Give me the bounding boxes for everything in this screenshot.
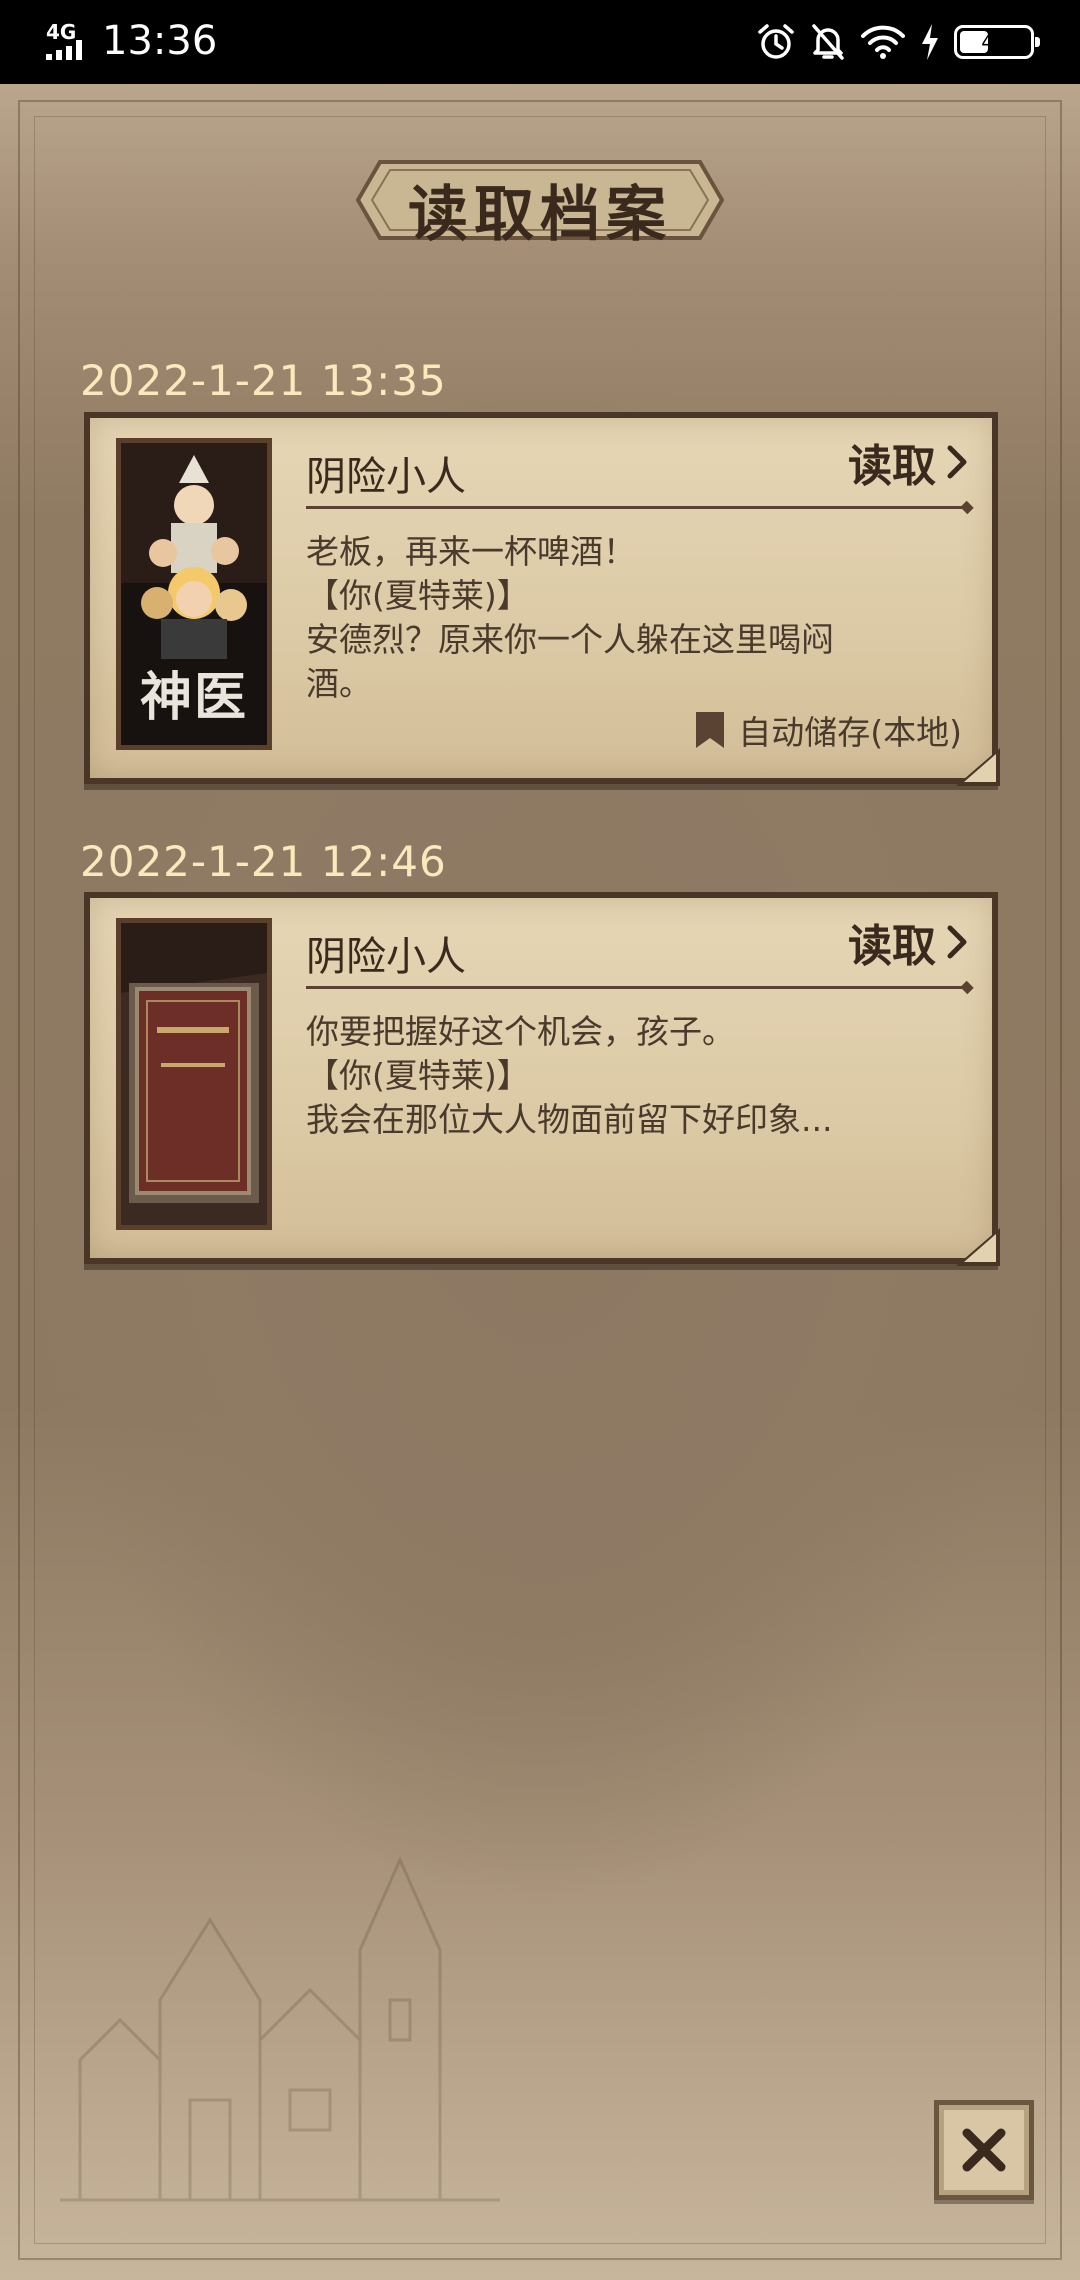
dialogue-line: 老板，再来一杯啤酒！ [306, 532, 636, 571]
dialogue-preview: 老板，再来一杯啤酒！ 【你(夏特莱)】 安德烈？原来你一个人躲在这里喝闷 酒。 [306, 530, 876, 706]
read-button-label: 读取 [848, 441, 936, 492]
autosave-indicator: 自动储存(本地) [696, 706, 962, 754]
save-title: 阴险小人 [306, 454, 466, 500]
dialogue-preview: 你要把握好这个机会，孩子。 【你(夏特莱)】 我会在那位大人物面前留下好印象..… [306, 1010, 876, 1142]
close-icon [962, 2128, 1006, 2172]
page-curl-decoration [956, 1228, 1000, 1266]
autosave-label: 自动储存(本地) [738, 713, 962, 752]
battery-level: 46 [981, 30, 1007, 54]
save-date: 2022-1-21 13:35 [80, 356, 447, 405]
clock: 13:36 [102, 18, 218, 64]
page-header: 读取档案 [350, 152, 730, 250]
battery-icon: 46 [954, 25, 1040, 59]
page-title: 读取档案 [408, 180, 672, 250]
chevron-right-icon [947, 925, 967, 959]
read-button[interactable]: 读取 [848, 912, 968, 972]
dialogue-speaker: 【你(夏特莱)】 [306, 1056, 530, 1095]
page-curl-decoration [956, 748, 1000, 786]
mute-notification-icon [812, 24, 844, 60]
save-title: 阴险小人 [306, 934, 466, 980]
dialogue-line: 你要把握好这个机会，孩子。 [306, 1012, 735, 1051]
read-button[interactable]: 读取 [848, 432, 968, 492]
title-divider [306, 986, 968, 989]
save-thumbnail: 神医 [116, 438, 272, 750]
thumbnail-caption: 神医 [139, 667, 248, 728]
title-divider [306, 506, 968, 509]
bookmark-icon [696, 712, 725, 748]
save-slot-card[interactable]: 阴险小人 读取 你要把握好这个机会，孩子。 【你(夏特莱)】 我会在那位大人物面… [84, 892, 1000, 1266]
alarm-icon [758, 24, 794, 59]
save-thumbnail [116, 918, 272, 1230]
dialogue-line: 我会在那位大人物面前留下好印象... [306, 1100, 833, 1139]
close-button[interactable] [934, 2100, 1034, 2200]
status-bar: 4G 13:36 46 [0, 0, 1080, 84]
dialogue-line: 安德烈？原来你一个人躲在这里喝闷 酒。 [306, 620, 834, 703]
wifi-icon [861, 25, 905, 59]
signal-icon [46, 40, 82, 60]
dialogue-speaker: 【你(夏特莱)】 [306, 576, 530, 615]
status-icons: 46 [756, 20, 1040, 64]
chevron-right-icon [947, 445, 967, 479]
charging-icon [922, 24, 938, 60]
save-slot-card[interactable]: 神医 阴险小人 读取 老板，再来一杯啤酒！ 【你(夏特莱)】 安德烈？原来你一个… [84, 412, 1000, 786]
read-button-label: 读取 [848, 921, 936, 972]
castle-sketch-decoration [60, 1856, 500, 2202]
save-date: 2022-1-21 12:46 [80, 837, 447, 886]
